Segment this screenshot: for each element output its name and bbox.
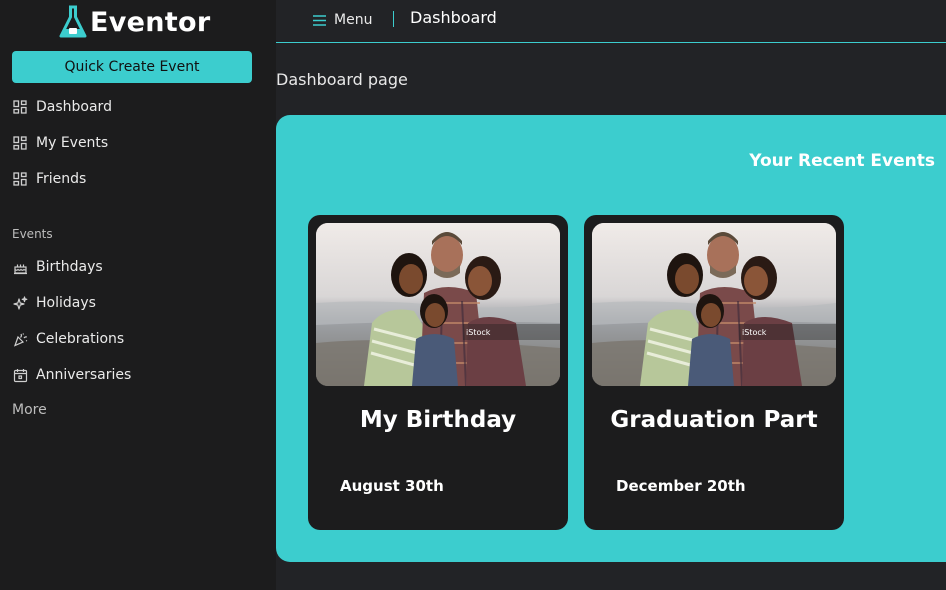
sidebar-item-label: Celebrations [36,331,125,347]
quick-create-event-button[interactable]: Quick Create Event [12,51,252,83]
sidebar-item-anniversaries[interactable]: Anniversaries [12,363,131,387]
flask-logo-icon [59,5,87,38]
event-name: My Birthday [359,407,517,433]
sidebar-item-label: Birthdays [36,259,103,275]
sparkles-icon [12,295,28,311]
recent-events-title: Your Recent Events [749,151,935,171]
sidebar-item-friends[interactable]: Friends [12,167,86,191]
grid-icon [12,135,28,151]
party-popper-icon [12,331,28,347]
menu-button[interactable]: Menu [313,10,372,30]
header-title: Dashboard [410,8,497,27]
header-divider [393,11,394,27]
event-date: December 20th [616,477,746,495]
events-section-label: Events [12,227,53,241]
sidebar-item-celebrations[interactable]: Celebrations [12,327,124,351]
app-name: Eventor [90,6,211,38]
sidebar-item-label: Anniversaries [36,367,132,383]
event-card-graduation-party[interactable]: iStock Graduation Part December 20th [584,215,844,530]
top-header: Menu Dashboard [276,0,946,43]
page-heading: Dashboard page [276,70,408,89]
photo-watermark: iStock [742,328,767,337]
menu-label: Menu [334,12,373,28]
sidebar-item-label: My Events [36,135,109,151]
sidebar-item-holidays[interactable]: Holidays [12,291,96,315]
family-photo-icon: iStock [592,223,836,386]
photo-watermark: iStock [466,328,491,337]
sidebar: Eventor Quick Create Event Dashboard My … [0,0,276,590]
calendar-icon [12,367,28,383]
event-photo: iStock [592,223,836,386]
app-logo[interactable]: Eventor [58,2,210,42]
cake-icon [12,259,28,275]
sidebar-item-label: Holidays [36,295,96,311]
grid-icon [12,171,28,187]
sidebar-item-label: Friends [36,171,87,187]
sidebar-item-label: Dashboard [36,99,112,115]
recent-events-panel: Your Recent Events iStock My Birthday Au… [276,115,946,562]
event-photo: iStock [316,223,560,386]
grid-icon [12,99,28,115]
event-date: August 30th [340,477,444,495]
hamburger-icon [313,14,326,26]
sidebar-more-link[interactable]: More [12,402,47,418]
family-photo-icon: iStock [316,223,560,386]
sidebar-item-dashboard[interactable]: Dashboard [12,95,112,119]
sidebar-item-birthdays[interactable]: Birthdays [12,255,103,279]
event-name: Graduation Part [610,407,818,433]
sidebar-item-my-events[interactable]: My Events [12,131,108,155]
event-card-my-birthday[interactable]: iStock My Birthday August 30th [308,215,568,530]
